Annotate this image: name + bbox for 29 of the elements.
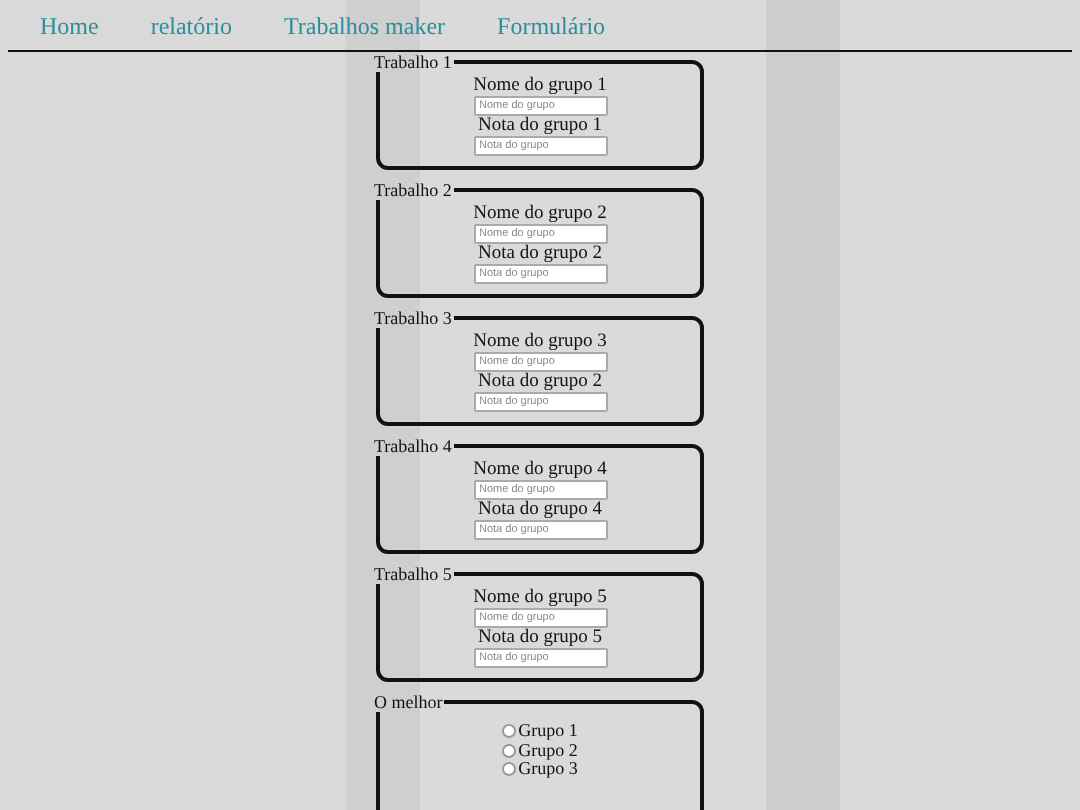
field-label: Nota do grupo 4 <box>477 500 602 520</box>
field-label: Nota do grupo 5 <box>477 628 602 648</box>
field-label: Nome do grupo 1 <box>473 76 607 96</box>
nav-link[interactable]: Home <box>40 12 99 50</box>
fieldset-legend: Trabalho 4 <box>372 436 454 456</box>
radio-button[interactable] <box>502 724 517 739</box>
radio-label: Grupo 3 <box>518 760 578 779</box>
nav-link[interactable]: relatório <box>150 12 232 50</box>
fieldset-legend: Trabalho 1 <box>372 52 454 72</box>
radio-button[interactable] <box>502 743 517 758</box>
radio-option[interactable]: Grupo 2 <box>502 741 578 760</box>
field-label: Nota do grupo 1 <box>477 116 602 136</box>
field-label: Nota do grupo 2 <box>477 372 602 392</box>
nav-link[interactable]: Formulário <box>497 12 606 50</box>
fieldset-legend: O melhor <box>372 692 445 712</box>
field-label: Nome do grupo 3 <box>473 332 607 352</box>
fieldset-legend: Trabalho 3 <box>372 308 454 328</box>
radio-label: Grupo 1 <box>518 722 578 741</box>
radio-option[interactable]: Grupo 3 <box>502 760 578 779</box>
field-label: Nome do grupo 2 <box>473 204 607 224</box>
radio-label: Grupo 2 <box>518 741 578 760</box>
fieldset-legend: Trabalho 5 <box>372 564 454 584</box>
radio-option[interactable]: Grupo 1 <box>502 722 578 741</box>
nav-link[interactable]: Trabalhos maker <box>283 12 446 50</box>
field-label: Nome do grupo 4 <box>473 460 607 480</box>
field-label: Nome do grupo 5 <box>473 588 607 608</box>
field-label: Nota do grupo 2 <box>477 244 602 264</box>
radio-button[interactable] <box>502 762 517 777</box>
fieldset-legend: Trabalho 2 <box>372 180 454 200</box>
